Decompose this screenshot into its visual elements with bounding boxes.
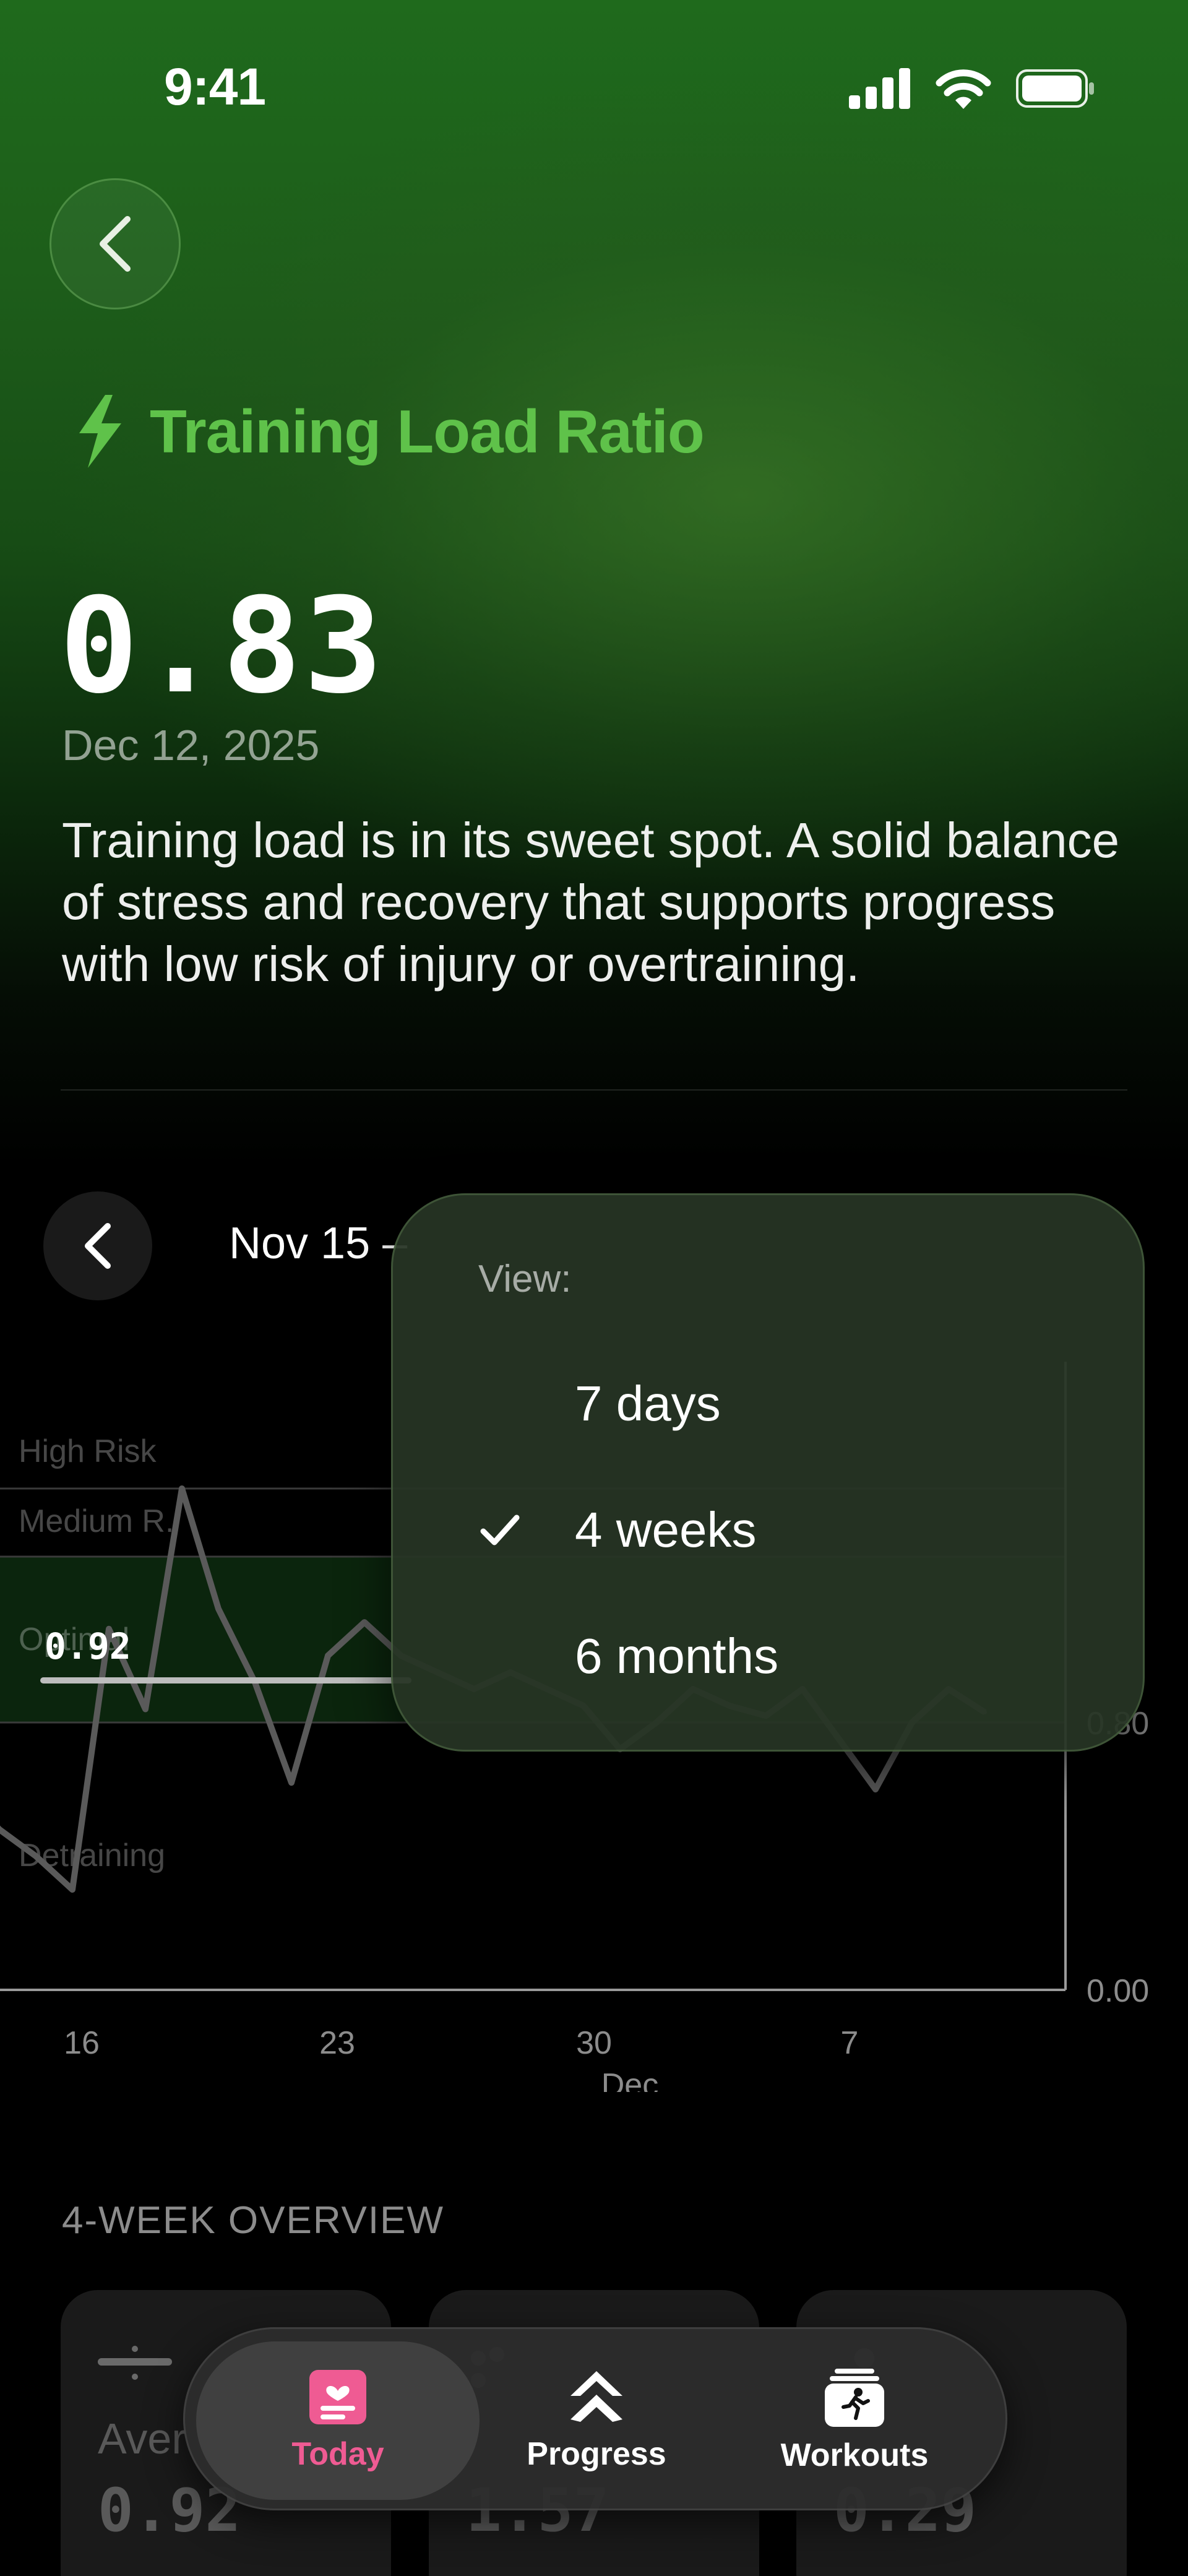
x-tick-label: 7 — [841, 2025, 859, 2061]
back-button[interactable] — [50, 178, 181, 309]
previous-range-button[interactable] — [43, 1191, 152, 1300]
checkmark-icon — [480, 1513, 529, 1547]
status-time: 9:41 — [164, 58, 266, 116]
metric-description: Training load is in its sweet spot. A so… — [62, 813, 1120, 992]
chevron-left-icon — [85, 1223, 111, 1269]
view-menu: View: 7 days 4 weeks 6 months — [391, 1193, 1145, 1752]
tab-workouts[interactable]: Workouts — [713, 2341, 996, 2500]
data-point — [290, 1781, 293, 1785]
view-option-label: 4 weeks — [575, 1502, 757, 1557]
view-option-6-months[interactable]: 6 months — [393, 1604, 1143, 1709]
zone-label-detraining: Detraining — [19, 1838, 165, 1874]
status-icons — [849, 68, 1095, 109]
x-tick-label: 23 — [319, 2025, 355, 2061]
average-icon — [98, 2346, 172, 2380]
x-tick-label: 30 — [576, 2025, 612, 2061]
zone-label-high-risk: High Risk — [19, 1433, 157, 1469]
metric-header: Training Load Ratio — [74, 395, 705, 468]
tab-today[interactable]: Today — [196, 2341, 480, 2500]
view-option-7-days[interactable]: 7 days — [393, 1351, 1143, 1456]
tab-bar: Today Progress Workouts — [183, 2327, 1007, 2510]
data-point — [180, 1487, 184, 1490]
overview-section-title: 4-WEEK OVERVIEW — [62, 2199, 444, 2242]
view-option-label: 7 days — [575, 1376, 721, 1431]
data-point — [217, 1607, 220, 1611]
tab-label-progress: Progress — [527, 2436, 666, 2472]
data-point — [326, 1654, 330, 1658]
battery-icon — [1016, 69, 1094, 108]
current-value-label: 0.92 — [45, 1625, 131, 1667]
view-option-4-weeks[interactable]: 4 weeks — [393, 1477, 1143, 1583]
workouts-icon — [825, 2369, 884, 2427]
data-point — [71, 1888, 74, 1891]
view-option-label: 6 months — [575, 1628, 779, 1683]
x-tick-label: 16 — [64, 2025, 100, 2061]
x-month-label: Dec — [601, 2067, 658, 2092]
data-point — [874, 1787, 877, 1791]
zone-label-medium-risk: Medium R. — [19, 1503, 174, 1539]
data-point — [34, 1854, 38, 1858]
data-point — [144, 1707, 147, 1711]
overview-card-label: Aver — [98, 2414, 186, 2463]
section-divider — [61, 1089, 1127, 1091]
today-icon — [309, 2370, 366, 2424]
view-menu-header: View: — [478, 1258, 572, 1300]
tab-progress[interactable]: Progress — [480, 2341, 713, 2500]
tab-label-today: Today — [291, 2436, 384, 2472]
metric-date: Dec 12, 2025 — [62, 721, 320, 769]
lightning-bolt-icon — [79, 395, 121, 468]
y-tick-label: 0.00 — [1087, 1973, 1149, 2009]
metric-title: Training Load Ratio — [150, 397, 705, 465]
chevron-left-icon — [100, 216, 131, 272]
date-range-label[interactable]: Nov 15 – — [229, 1218, 407, 1269]
signal-icon — [849, 68, 910, 109]
data-point — [363, 1620, 366, 1624]
status-bar: 9:41 — [0, 0, 1188, 124]
progress-icon — [570, 2371, 622, 2422]
metric-value: 0.83 — [59, 569, 385, 722]
tab-label-workouts: Workouts — [780, 2437, 929, 2473]
wifi-icon — [936, 69, 991, 109]
